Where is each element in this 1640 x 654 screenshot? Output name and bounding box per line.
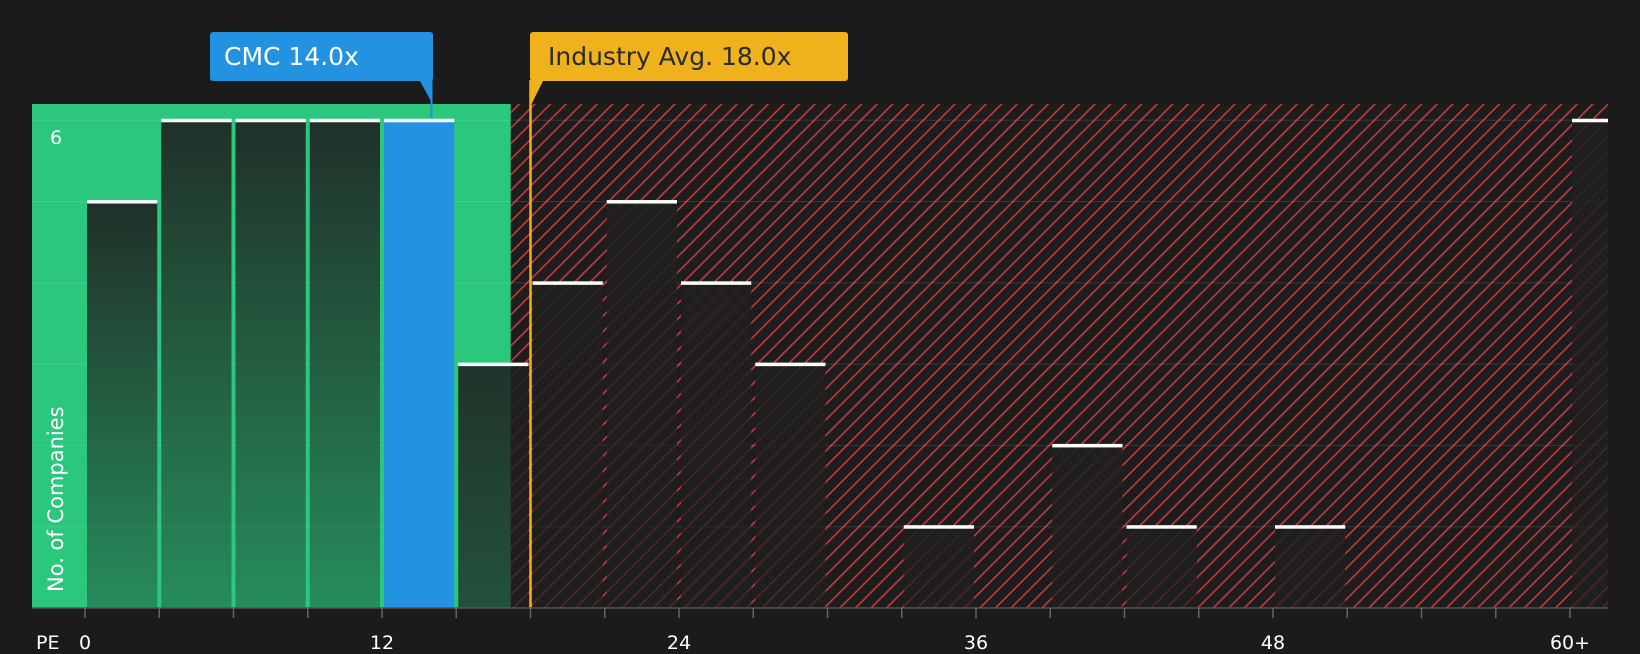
bar-cap <box>681 281 752 285</box>
histogram-bar <box>309 120 380 609</box>
bar-cap <box>87 200 158 204</box>
bar-cap <box>606 200 677 204</box>
company-pe-label: CMC 14.0x <box>224 42 359 71</box>
bar-cap <box>384 118 455 123</box>
bar-cap <box>1052 443 1123 448</box>
histogram-bar <box>681 282 752 608</box>
chart-svg: 0 12 24 36 48 60+ 6 No. of Companies PE <box>32 70 1609 654</box>
x-axis-title: PE <box>36 632 59 650</box>
y-axis-title: No. of Companies <box>44 406 68 592</box>
histogram-bar <box>903 526 974 608</box>
x-tick-label: 60+ <box>1550 632 1590 650</box>
industry-callout-pointer <box>529 80 544 108</box>
histogram-bar <box>87 201 158 608</box>
histogram-bar <box>1052 445 1123 608</box>
histogram-bar <box>1126 526 1197 608</box>
company-pe-callout: CMC 14.0x <box>210 32 433 81</box>
histogram-bar <box>532 282 603 608</box>
histogram-bar <box>1275 526 1346 608</box>
y-tick-label: 6 <box>50 127 62 149</box>
histogram-bar <box>235 120 306 609</box>
industry-avg-callout: Industry Avg. 18.0x <box>530 32 848 81</box>
x-tick-label: 0 <box>79 632 91 650</box>
x-tick-label: 48 <box>1261 632 1285 650</box>
histogram-bar <box>606 201 677 608</box>
histogram-bar <box>1572 120 1608 609</box>
x-tick-label: 12 <box>370 632 394 650</box>
bar-cap <box>532 281 603 285</box>
x-tick-label: 36 <box>964 632 988 650</box>
x-tick-label: 24 <box>667 632 691 650</box>
bar-cap <box>1275 525 1346 529</box>
bar-cap <box>1126 525 1197 529</box>
histogram-bar <box>384 120 455 609</box>
bar-cap <box>235 118 306 123</box>
pe-distribution-chart: 0 12 24 36 48 60+ 6 No. of Companies PE CMC 1… <box>0 0 1640 654</box>
bar-cap <box>903 525 974 529</box>
histogram-bar <box>755 364 826 608</box>
bar-cap <box>458 362 529 367</box>
bar-cap <box>1572 118 1608 123</box>
histogram-bar <box>161 120 232 609</box>
x-axis: 0 12 24 36 48 60+ <box>32 607 1608 654</box>
histogram-bar <box>458 364 529 608</box>
bar-cap <box>309 118 380 123</box>
bar-cap <box>161 118 232 123</box>
bar-cap <box>755 362 826 367</box>
industry-avg-label: Industry Avg. 18.0x <box>548 42 792 71</box>
